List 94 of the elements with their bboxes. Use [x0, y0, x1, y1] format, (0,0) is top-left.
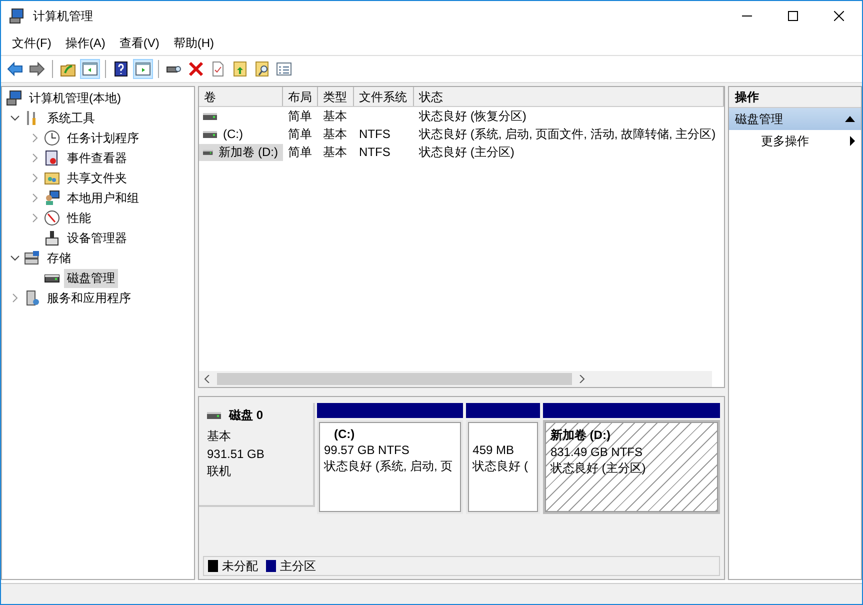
collapse-icon[interactable] — [10, 253, 20, 263]
partition-title: (C:) — [333, 427, 356, 442]
tree-item[interactable]: 共享文件夹 — [64, 168, 130, 188]
forward-arrow-icon — [29, 61, 45, 77]
partition-size: 831.49 GB NTFS — [550, 445, 644, 459]
column-header[interactable]: 卷 — [199, 87, 283, 106]
toolbar-button[interactable] — [133, 59, 153, 79]
tree-item[interactable]: 服务和应用程序 — [44, 288, 134, 308]
table-cell: 状态良好 (系统, 启动, 页面文件, 活动, 故障转储, 主分区) — [419, 126, 716, 140]
expand-icon[interactable] — [30, 193, 40, 203]
expand-icon[interactable] — [30, 153, 40, 163]
window-title: 计算机管理 — [33, 8, 93, 24]
back-arrow-icon — [7, 61, 23, 77]
computer-icon — [6, 90, 22, 106]
forward-button[interactable] — [27, 59, 47, 79]
log-icon — [44, 150, 60, 166]
tree-item[interactable]: 设备管理器 — [64, 228, 130, 248]
volume-cell[interactable]: (C:) — [199, 127, 283, 141]
disk-status: 联机 — [207, 463, 232, 480]
tree-item[interactable]: 计算机管理(本地) — [26, 88, 124, 108]
server-icon — [24, 290, 40, 306]
menu-item[interactable]: 帮助(H) — [166, 32, 221, 54]
table-cell: 状态良好 (主分区) — [419, 144, 514, 158]
expand-icon[interactable] — [30, 213, 40, 223]
clock-icon — [44, 130, 60, 146]
legend-label: 未分配 — [222, 558, 258, 574]
partition-size: 459 MB — [472, 443, 515, 457]
table-cell: 简单 — [288, 108, 312, 122]
action-section[interactable]: 磁盘管理 — [729, 108, 861, 130]
tree-item[interactable]: 任务计划程序 — [64, 128, 142, 148]
window-icon — [135, 61, 151, 77]
list-icon — [276, 61, 292, 77]
partition-status: 状态良好 (系统, 启动, 页 — [324, 458, 454, 475]
partition-status: 状态良好 (主分区) — [550, 460, 647, 477]
users-icon — [44, 190, 60, 206]
actions-header: 操作 — [729, 87, 861, 108]
collapse-icon[interactable] — [845, 116, 855, 122]
horizontal-scrollbar[interactable] — [199, 371, 712, 387]
action-item[interactable]: 更多操作 — [761, 132, 809, 150]
disk-name: 磁盘 0 — [229, 407, 264, 424]
tree-item[interactable]: 事件查看器 — [64, 148, 130, 168]
table-cell: 基本 — [323, 144, 347, 158]
volume-cell[interactable]: 新加卷 (D:) — [199, 144, 283, 160]
table-cell: 简单 — [288, 126, 312, 140]
menu-item[interactable]: 文件(F) — [5, 32, 58, 54]
expand-icon[interactable] — [30, 173, 40, 183]
tree-item[interactable]: 存储 — [44, 248, 74, 268]
volume-name: 新加卷 (D:) — [218, 144, 279, 160]
expand-icon[interactable] — [10, 293, 20, 303]
partition-title: 新加卷 (D:) — [550, 427, 612, 444]
disk-icon — [24, 250, 40, 266]
table-cell: NTFS — [359, 145, 390, 159]
tree-item[interactable]: 系统工具 — [44, 108, 98, 128]
column-header[interactable]: 文件系统 — [354, 87, 414, 106]
volume-name: (C:) — [222, 127, 244, 141]
table-cell: 简单 — [288, 144, 312, 158]
gauge-icon — [44, 210, 60, 226]
app-icon — [9, 8, 25, 24]
table-cell: 状态良好 (恢复分区) — [419, 108, 526, 122]
column-header[interactable]: 布局 — [283, 87, 318, 106]
maximize-icon[interactable] — [788, 11, 798, 21]
folder-icon — [232, 61, 248, 77]
section-title: 磁盘管理 — [735, 110, 783, 128]
collapse-icon[interactable] — [10, 113, 20, 123]
expand-icon[interactable] — [30, 133, 40, 143]
delete-button[interactable] — [186, 59, 206, 79]
delete-icon — [188, 61, 204, 77]
table-cell: 基本 — [323, 126, 347, 140]
device-icon — [44, 230, 60, 246]
menu-item[interactable]: 查看(V) — [112, 32, 166, 54]
partition-status: 状态良好 ( — [472, 458, 529, 475]
tree-item[interactable]: 磁盘管理 — [64, 268, 118, 288]
partition-size: 99.57 GB NTFS — [324, 443, 410, 457]
legend-label: 主分区 — [280, 558, 316, 574]
scroll-left-icon[interactable] — [203, 375, 211, 383]
window-icon — [82, 61, 98, 77]
table-cell: 基本 — [323, 108, 347, 122]
tree-item[interactable]: 性能 — [64, 208, 94, 228]
toolbar-button[interactable] — [80, 59, 100, 79]
tree-item[interactable]: 本地用户和组 — [64, 188, 142, 208]
column-header[interactable]: 类型 — [318, 87, 354, 106]
column-header[interactable]: 状态 — [414, 87, 724, 106]
disk-size: 931.51 GB — [207, 447, 266, 461]
scroll-right-icon[interactable] — [578, 375, 586, 383]
help-icon — [113, 61, 129, 77]
folder-icon — [44, 170, 60, 186]
menu-item[interactable]: 操作(A) — [58, 32, 112, 54]
close-icon[interactable] — [834, 11, 844, 21]
back-button[interactable] — [5, 59, 25, 79]
document-icon — [210, 61, 226, 77]
disk-type: 基本 — [207, 428, 232, 445]
folder-icon — [254, 61, 270, 77]
submenu-arrow-icon — [850, 136, 855, 146]
table-cell: NTFS — [359, 127, 390, 141]
